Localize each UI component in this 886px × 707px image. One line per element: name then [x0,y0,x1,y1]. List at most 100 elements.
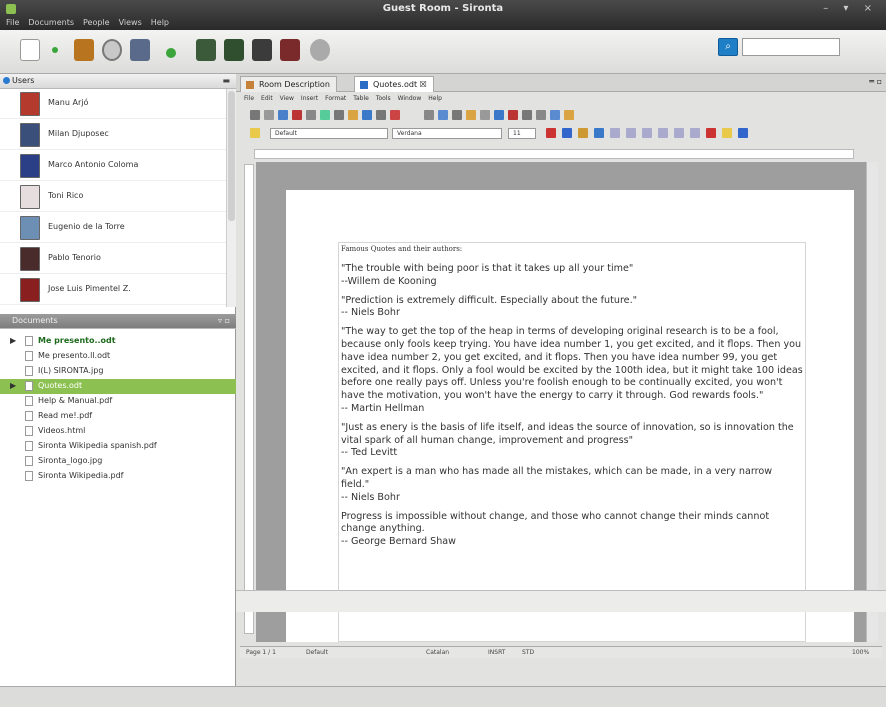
standard-toolbar-icon[interactable] [480,110,490,120]
user-row[interactable]: Eugenio de la Torre [0,213,226,243]
document-item[interactable]: Me presento.ll.odt [0,349,236,364]
expand-arrow-icon[interactable]: ▶ [10,381,16,390]
document-item[interactable]: Read me!.pdf [0,409,236,424]
font-name-select[interactable]: Verdana [392,128,502,139]
editor-menu-item[interactable]: Help [428,95,442,102]
menu-views[interactable]: Views [119,18,142,30]
users-scrollbar[interactable] [226,89,236,307]
formatting-toolbar-icon[interactable] [674,128,684,138]
panel-controls-icon[interactable]: ▿ ▫ [218,314,230,328]
online-dot-icon[interactable] [52,47,58,53]
standard-toolbar-icon[interactable] [438,110,448,120]
people-icon[interactable] [130,39,150,61]
formatting-toolbar-icon[interactable] [658,128,668,138]
standard-toolbar-icon[interactable] [278,110,288,120]
document-item[interactable]: ▶ Quotes.odt [0,379,236,394]
settings-icon[interactable] [310,39,330,61]
formatting-toolbar-icon[interactable] [594,128,604,138]
window-controls[interactable]: – ▾ × [823,3,878,14]
user-status-icon[interactable] [20,39,40,61]
editor-menu-item[interactable]: View [280,95,294,102]
status-selection-mode[interactable]: STD [522,649,534,656]
standard-toolbar-icon[interactable] [306,110,316,120]
styles-icon[interactable] [250,128,260,138]
user-row[interactable]: Milan Djuposec [0,120,226,150]
layout-1-icon[interactable] [196,39,216,61]
standard-toolbar-icon[interactable] [390,110,400,120]
document-item[interactable]: ▶ Me presento..odt [0,334,236,349]
formatting-toolbar-icon[interactable] [562,128,572,138]
standard-toolbar-icon[interactable] [522,110,532,120]
tab-room-description[interactable]: Room Description [240,76,337,92]
editor-menu-item[interactable]: Insert [301,95,318,102]
editor-menu-item[interactable]: Format [325,95,346,102]
layout-3-icon[interactable] [252,39,272,61]
document-item[interactable]: Help & Manual.pdf [0,394,236,409]
search-input[interactable] [742,38,840,56]
formatting-toolbar-icon[interactable] [546,128,556,138]
standard-toolbar-icon[interactable] [564,110,574,120]
vertical-ruler[interactable] [244,164,254,634]
font-size-select[interactable]: 11 [508,128,536,139]
formatting-toolbar-icon[interactable] [690,128,700,138]
document-item[interactable]: I(L) SIRONTA.jpg [0,364,236,379]
layout-4-icon[interactable] [280,39,300,61]
editor-menu-item[interactable]: Table [353,95,369,102]
formatting-toolbar-icon[interactable] [626,128,636,138]
standard-toolbar-icon[interactable] [508,110,518,120]
document-item[interactable]: Sironta Wikipedia spanish.pdf [0,439,236,454]
menu-people[interactable]: People [83,18,110,30]
standard-toolbar-icon[interactable] [250,110,260,120]
standard-toolbar-icon[interactable] [452,110,462,120]
add-icon[interactable] [166,48,176,58]
formatting-toolbar-icon[interactable] [706,128,716,138]
formatting-toolbar-icon[interactable] [578,128,588,138]
document-item[interactable]: Sironta_logo.jpg [0,454,236,469]
standard-toolbar-icon[interactable] [376,110,386,120]
tab-menu-icon[interactable]: ═ ▫ [869,77,882,86]
standard-toolbar-icon[interactable] [348,110,358,120]
user-row[interactable]: Marco Antonio Coloma [0,151,226,181]
standard-toolbar-icon[interactable] [550,110,560,120]
standard-toolbar-icon[interactable] [320,110,330,120]
menu-documents[interactable]: Documents [28,18,74,30]
standard-toolbar-icon[interactable] [264,110,274,120]
search-button[interactable]: ⌕ [718,38,738,56]
user-row[interactable]: Pablo Tenorio [0,244,226,274]
panel-minimize-icon[interactable]: ▬ [222,74,230,88]
editor-menu-item[interactable]: Edit [261,95,273,102]
editor-menu-item[interactable]: File [244,95,254,102]
formatting-toolbar-icon[interactable] [642,128,652,138]
status-zoom[interactable]: 100% [852,649,869,656]
standard-toolbar-icon[interactable] [334,110,344,120]
formatting-toolbar-icon[interactable] [610,128,620,138]
clock-icon[interactable] [102,39,122,61]
menu-help[interactable]: Help [151,18,169,30]
formatting-toolbar-icon[interactable] [738,128,748,138]
user-row[interactable]: Jose Luis Pimentel Z. [0,275,226,305]
standard-toolbar-icon[interactable] [292,110,302,120]
formatting-toolbar-icon[interactable] [722,128,732,138]
editor-menu-item[interactable]: Window [398,95,422,102]
standard-toolbar-icon[interactable] [536,110,546,120]
status-insert-mode[interactable]: INSRT [488,649,505,656]
document-item[interactable]: Videos.html [0,424,236,439]
layout-2-icon[interactable] [224,39,244,61]
expand-arrow-icon[interactable]: ▶ [10,336,16,345]
paragraph-style-select[interactable]: Default [270,128,388,139]
standard-toolbar-icon[interactable] [494,110,504,120]
document-text-area[interactable]: Famous Quotes and their authors: "The tr… [338,242,806,642]
document-scrollbar[interactable] [866,162,878,642]
document-item[interactable]: Sironta Wikipedia.pdf [0,469,236,484]
user-row[interactable]: Toni Rico [0,182,226,212]
tab-quotes[interactable]: Quotes.odt ☒ [354,76,434,92]
editor-menu-item[interactable]: Tools [376,95,391,102]
standard-toolbar-icon[interactable] [466,110,476,120]
scroll-thumb[interactable] [228,91,235,221]
door-icon[interactable] [74,39,94,61]
standard-toolbar-icon[interactable] [362,110,372,120]
user-row[interactable]: Manu Arjó [0,89,226,119]
standard-toolbar-icon[interactable] [424,110,434,120]
horizontal-ruler[interactable] [254,149,854,159]
menu-file[interactable]: File [6,18,19,30]
